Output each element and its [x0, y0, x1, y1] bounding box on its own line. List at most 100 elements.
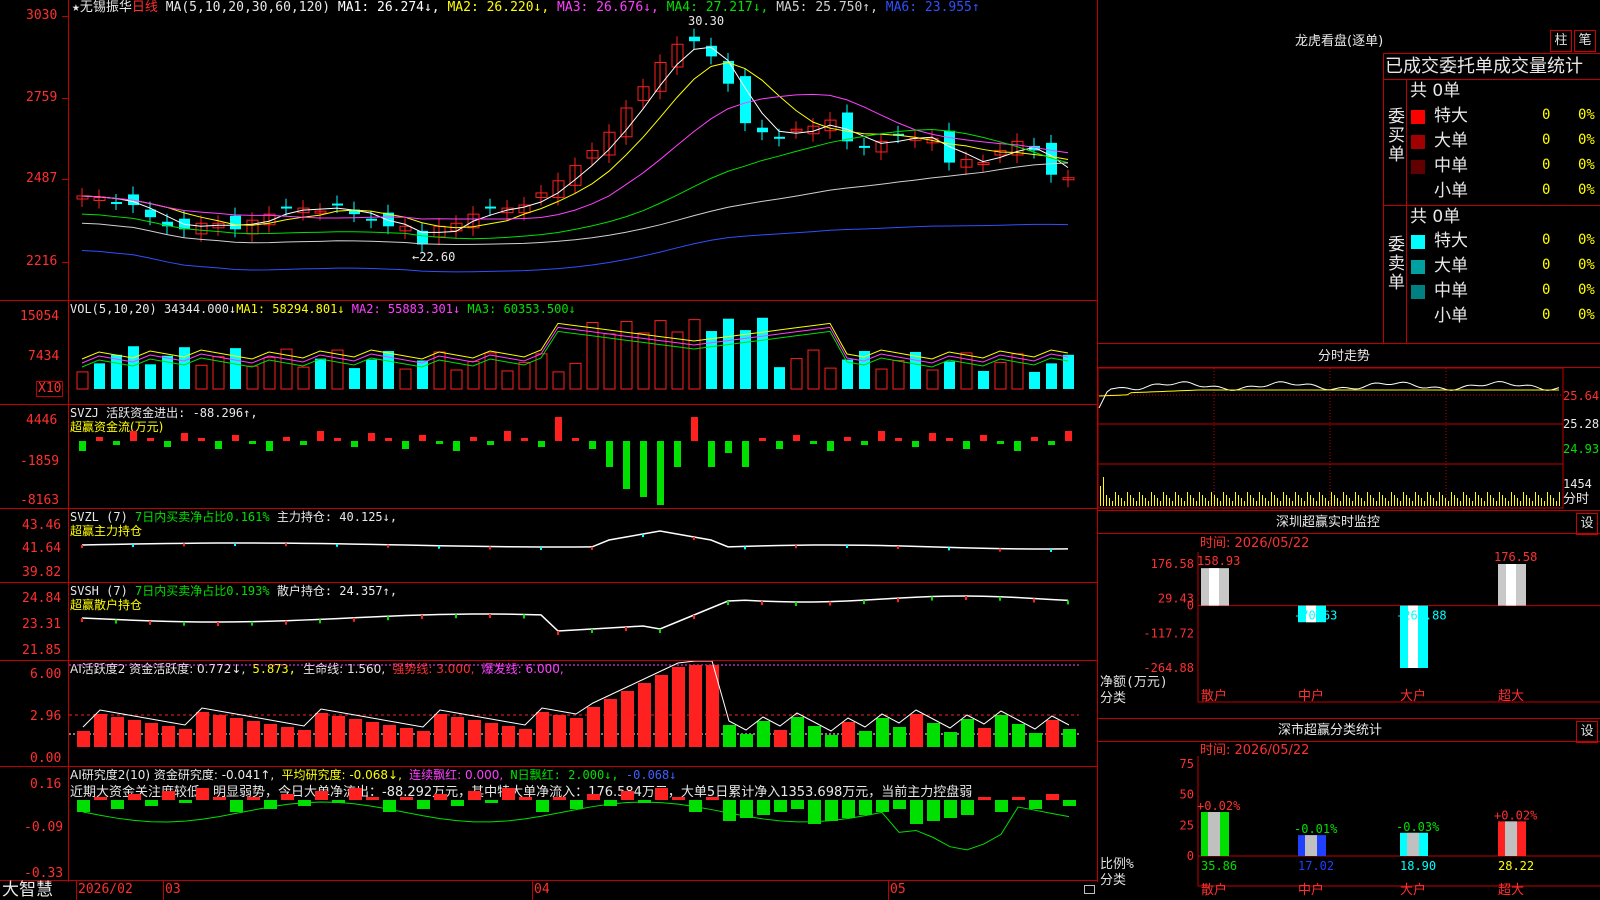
intraday-vol-bar — [1247, 492, 1248, 506]
research-bar — [961, 800, 974, 815]
kline-chart[interactable] — [69, 14, 1097, 300]
intraday-vol-bar — [1277, 498, 1278, 506]
activity-bar — [264, 724, 277, 747]
order-type-label: 大单 — [1434, 256, 1468, 276]
intraday-vol-bar — [1214, 495, 1215, 506]
sz-monitor-chart[interactable]: 176.5829.430-117.72-264.88净额(万元)分类158.93… — [1098, 552, 1600, 720]
intraday-vol-bar — [1382, 495, 1383, 506]
holding-tick — [336, 543, 338, 547]
color-swatch — [1411, 110, 1425, 124]
class-value-label: 28.22 — [1498, 859, 1534, 873]
activity-bar — [179, 729, 192, 747]
holding-tick — [1050, 548, 1052, 552]
intraday-vol-bar — [1238, 495, 1239, 506]
activity-bar — [400, 728, 413, 747]
activity-bar — [944, 732, 957, 747]
flow-bar — [572, 438, 579, 441]
intraday-vol-bar — [1463, 492, 1464, 506]
intraday-vol-bar — [1208, 501, 1209, 506]
ma-line — [81, 223, 1069, 273]
holding-tick — [642, 534, 644, 537]
retail-tick — [557, 631, 559, 635]
intraday-vol-bar — [1115, 492, 1116, 506]
volume-bar — [162, 355, 173, 389]
intraday-vol-bar — [1259, 492, 1260, 506]
order-percent: 0% — [1578, 132, 1595, 148]
high-price-label: 30.30 — [688, 14, 725, 28]
research-bar — [859, 800, 872, 815]
intraday-vol-bar — [1355, 492, 1356, 506]
candle — [417, 230, 428, 245]
x-label: 03 — [165, 882, 181, 897]
intraday-vol-bar — [1514, 495, 1515, 506]
flow-bar — [623, 441, 630, 489]
intraday-vol-bar — [1205, 498, 1206, 506]
sz-monitor-settings-button[interactable]: 设 — [1576, 513, 1598, 535]
activity-bar — [128, 720, 141, 747]
flow-bar — [793, 435, 800, 441]
svsh-chart[interactable] — [69, 583, 1097, 660]
flow-bar — [691, 417, 698, 441]
holding-tick — [999, 548, 1001, 552]
class-value-label: 18.90 — [1400, 859, 1436, 873]
price-y-tick: 2216 — [26, 254, 58, 269]
intraday-vol-bar — [1352, 501, 1353, 506]
volume-chart[interactable] — [69, 301, 1097, 404]
intraday-vol-bar — [1121, 498, 1122, 506]
flow-bar — [827, 441, 834, 451]
intraday-vol-bar — [1475, 492, 1476, 506]
holding-tick — [897, 545, 899, 549]
research-bar — [893, 800, 906, 809]
pen-mode-button[interactable]: 笔 — [1574, 30, 1596, 52]
stock-name[interactable]: 无锡振华 — [80, 0, 132, 15]
flow-bar — [759, 438, 766, 441]
research-bar — [451, 800, 464, 806]
research-bar — [757, 800, 770, 815]
sz-class-settings-button[interactable]: 设 — [1576, 721, 1598, 743]
ai-research-chart[interactable] — [69, 767, 1097, 880]
intraday-vol-bar — [1349, 498, 1350, 506]
activity-bar — [553, 715, 566, 747]
period-label[interactable]: 日线 — [132, 0, 158, 15]
lock-icon[interactable] — [1084, 885, 1095, 894]
flow-bar — [742, 441, 749, 467]
intraday-vol-bar — [1400, 501, 1401, 506]
intraday-vol-bar — [1139, 492, 1140, 506]
intraday-vol-bar — [1328, 501, 1329, 506]
sz-class-chart[interactable]: 75 50 25 0 比例%分类 +0.02% 35.86 散户 -0.01% 17.02 中户 -0… — [1098, 756, 1600, 900]
intraday-chart[interactable] — [1098, 368, 1600, 510]
flow-bar — [1065, 431, 1072, 441]
flow-bar — [810, 441, 817, 444]
activity-bar — [366, 722, 379, 747]
research-bar — [179, 800, 192, 803]
research-bar — [944, 800, 957, 818]
volume-bar — [723, 318, 734, 389]
volume-bar — [569, 362, 582, 390]
activity-bar — [230, 718, 243, 747]
research-bar — [995, 800, 1008, 812]
flow-bar — [181, 433, 188, 441]
vol-unit: X10 — [36, 381, 64, 397]
retail-line — [81, 595, 1069, 632]
activity-bar — [672, 667, 685, 747]
order-percent: 0% — [1578, 232, 1595, 248]
vol-ytick: 7434 — [28, 349, 60, 364]
svzj-chart[interactable] — [69, 405, 1097, 508]
volume-bar — [349, 368, 360, 389]
intraday-vol-bar — [1241, 498, 1242, 506]
candle — [332, 203, 343, 206]
activity-bar — [315, 713, 328, 747]
intraday-vol-bar — [1166, 495, 1167, 506]
intraday-vol-bar — [1199, 492, 1200, 506]
svzl-chart[interactable] — [69, 509, 1097, 582]
intraday-vol-bar — [1343, 492, 1344, 506]
star-icon[interactable]: ★ — [72, 0, 80, 15]
flow-bar — [385, 438, 392, 441]
intraday-vol-bar — [1493, 498, 1494, 506]
retail-tick — [693, 615, 695, 619]
ai-activity-chart[interactable] — [69, 661, 1097, 766]
intraday-vol-bar — [1376, 501, 1377, 506]
bar-mode-button[interactable]: 柱 — [1550, 30, 1572, 52]
retail-tick — [489, 614, 491, 619]
intraday-vol-bar — [1286, 495, 1287, 506]
